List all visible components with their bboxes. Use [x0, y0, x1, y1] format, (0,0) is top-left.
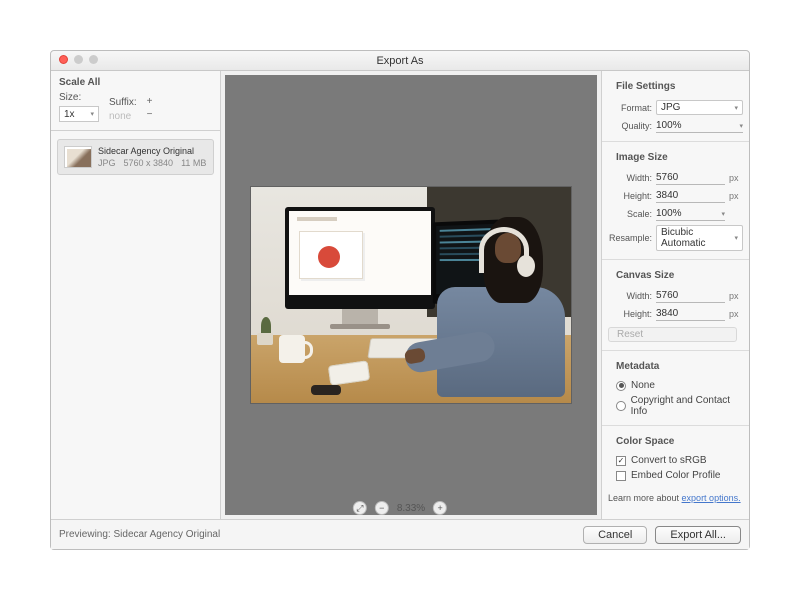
scale-all-header: Scale All	[51, 71, 220, 92]
footer: Previewing: Sidecar Agency Original Canc…	[51, 519, 749, 549]
checkbox-icon	[616, 471, 626, 481]
cancel-button[interactable]: Cancel	[583, 526, 647, 544]
canvas-height-input[interactable]: 3840	[656, 307, 725, 321]
zoom-in-button[interactable]: +	[433, 501, 447, 515]
window-traffic-lights	[59, 55, 98, 64]
window-title: Export As	[51, 55, 749, 67]
image-scale-input[interactable]: 100% ▾	[656, 207, 725, 221]
chevron-down-icon: ▾	[721, 210, 725, 218]
minimize-icon[interactable]	[74, 55, 83, 64]
embed-profile-checkbox[interactable]: Embed Color Profile	[616, 470, 743, 481]
left-panel: Scale All Size: 1x ▾ Suffix: none	[51, 71, 221, 519]
unit-label: px	[729, 173, 743, 183]
canvas-width-input[interactable]: 5760	[656, 289, 725, 303]
zoom-icon[interactable]	[89, 55, 98, 64]
add-scale-button[interactable]: +	[147, 96, 153, 107]
image-height-input[interactable]: 3840	[656, 189, 725, 203]
size-select[interactable]: 1x ▾	[59, 106, 99, 122]
height-label: Height:	[608, 191, 652, 201]
quality-label: Quality:	[608, 121, 652, 131]
image-width-input[interactable]: 5760	[656, 171, 725, 185]
metadata-none-radio[interactable]: None	[616, 380, 743, 391]
canvas-size-header: Canvas Size	[608, 264, 743, 285]
radio-icon	[616, 401, 626, 411]
center-panel	[221, 71, 601, 519]
unit-label: px	[729, 291, 743, 301]
unit-label: px	[729, 309, 743, 319]
suffix-input[interactable]: none	[109, 111, 137, 122]
asset-name: Sidecar Agency Original	[98, 146, 206, 156]
metadata-contact-radio[interactable]: Copyright and Contact Info	[616, 395, 743, 417]
checkbox-icon	[616, 456, 626, 466]
suffix-label: Suffix:	[109, 97, 137, 108]
preview-canvas[interactable]	[225, 75, 597, 515]
zoom-out-button[interactable]: −	[375, 501, 389, 515]
titlebar: Export As	[51, 51, 749, 71]
convert-srgb-checkbox[interactable]: Convert to sRGB	[616, 455, 743, 466]
chevron-down-icon: ▾	[734, 104, 738, 112]
asset-dimensions: 5760 x 3840	[124, 158, 174, 168]
color-space-header: Color Space	[608, 430, 743, 451]
format-label: Format:	[608, 103, 652, 113]
remove-scale-button[interactable]: −	[147, 109, 153, 120]
right-panel: File Settings Format: JPG ▾ Quality: 100…	[601, 71, 749, 519]
export-as-dialog: Export As Scale All Size: 1x ▾ Suffix:	[50, 50, 750, 550]
chevron-down-icon: ▾	[739, 122, 743, 130]
preview-image	[251, 187, 571, 403]
unit-label: px	[729, 191, 743, 201]
radio-icon	[616, 381, 626, 391]
format-select[interactable]: JPG ▾	[656, 100, 743, 115]
asset-filesize: 11 MB	[181, 158, 206, 168]
canvas-width-label: Width:	[608, 291, 652, 301]
asset-thumbnail	[64, 146, 92, 168]
file-settings-header: File Settings	[608, 75, 743, 96]
asset-format: JPG	[98, 158, 116, 168]
width-label: Width:	[608, 173, 652, 183]
metadata-header: Metadata	[608, 355, 743, 376]
asset-row[interactable]: Sidecar Agency Original JPG 5760 x 3840 …	[57, 139, 214, 175]
scale-label: Scale:	[608, 209, 652, 219]
resample-label: Resample:	[608, 233, 652, 243]
export-all-button[interactable]: Export All...	[655, 526, 741, 544]
chevron-down-icon: ▾	[734, 234, 738, 242]
fit-icon[interactable]: ⤢	[353, 501, 367, 515]
previewing-label: Previewing: Sidecar Agency Original	[59, 529, 220, 540]
reset-button[interactable]: Reset	[608, 327, 737, 342]
size-label: Size:	[59, 92, 99, 103]
zoom-level: 8.33%	[397, 503, 425, 514]
image-size-header: Image Size	[608, 146, 743, 167]
canvas-height-label: Height:	[608, 309, 652, 319]
resample-select[interactable]: Bicubic Automatic ▾	[656, 225, 743, 251]
close-icon[interactable]	[59, 55, 68, 64]
learn-more-link[interactable]: Learn more about export options.	[602, 489, 749, 507]
quality-input[interactable]: 100% ▾	[656, 119, 743, 133]
chevron-down-icon: ▾	[90, 110, 94, 118]
zoom-controls: ⤢ − 8.33% +	[353, 501, 447, 515]
